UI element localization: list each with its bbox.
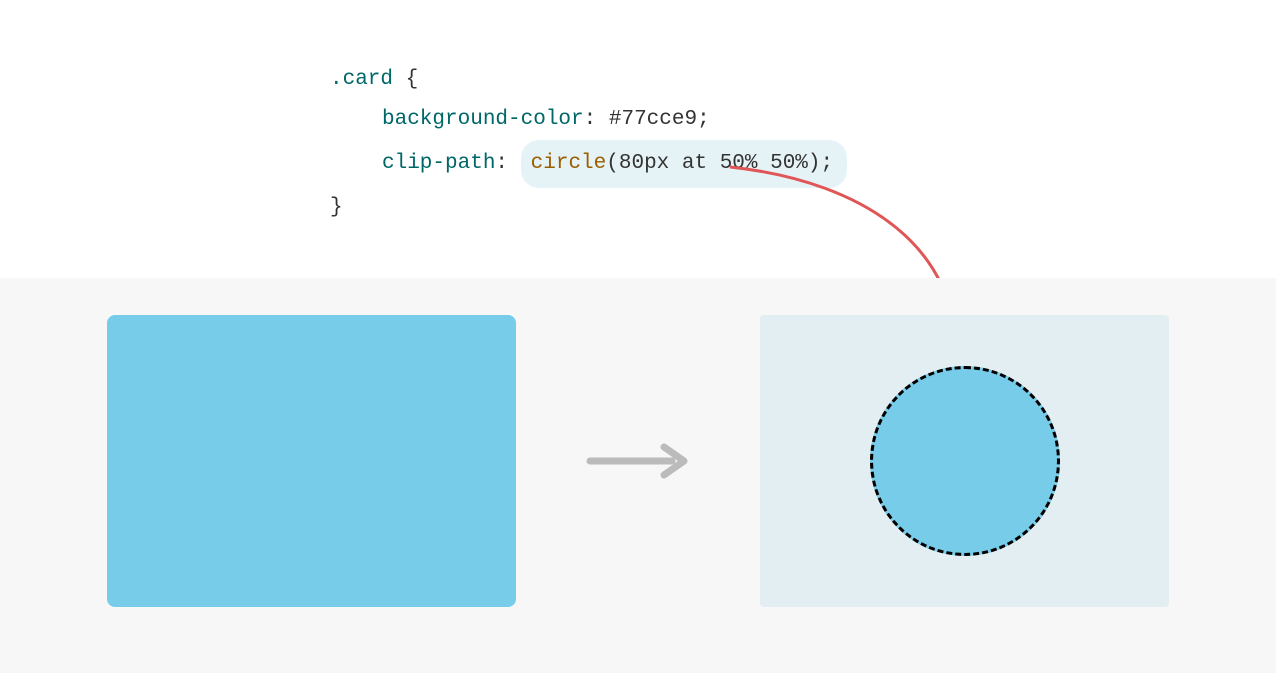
code-line-close: } [330, 188, 1276, 228]
colon: : [584, 108, 597, 131]
semicolon: ; [821, 152, 834, 175]
code-line-selector: .card { [330, 60, 1276, 100]
css-function-args: 80px at 50% 50% [619, 152, 808, 175]
card-after-container [760, 315, 1169, 607]
code-section: .card { background-color: #77cce9; clip-… [0, 0, 1276, 278]
css-function-name: circle [531, 152, 607, 175]
arrow-right-icon [586, 441, 690, 481]
card-before [107, 315, 516, 607]
open-brace: { [393, 68, 418, 91]
colon: : [495, 152, 508, 175]
css-value-bg: #77cce9 [609, 108, 697, 131]
css-selector: .card [330, 68, 393, 91]
css-property-bg: background-color [382, 108, 584, 131]
css-property-clip: clip-path [382, 152, 495, 175]
css-code-block: .card { background-color: #77cce9; clip-… [330, 60, 1276, 228]
semicolon: ; [697, 108, 710, 131]
clipped-circle [870, 366, 1060, 556]
close-brace: } [330, 196, 343, 219]
demo-container [0, 315, 1276, 607]
open-paren: ( [606, 152, 619, 175]
code-line-bgcolor: background-color: #77cce9; [330, 100, 1276, 140]
demo-section [0, 278, 1276, 673]
close-paren: ) [808, 152, 821, 175]
highlighted-value: circle(80px at 50% 50%); [521, 140, 847, 188]
code-line-clippath: clip-path: circle(80px at 50% 50%); [330, 140, 1276, 188]
